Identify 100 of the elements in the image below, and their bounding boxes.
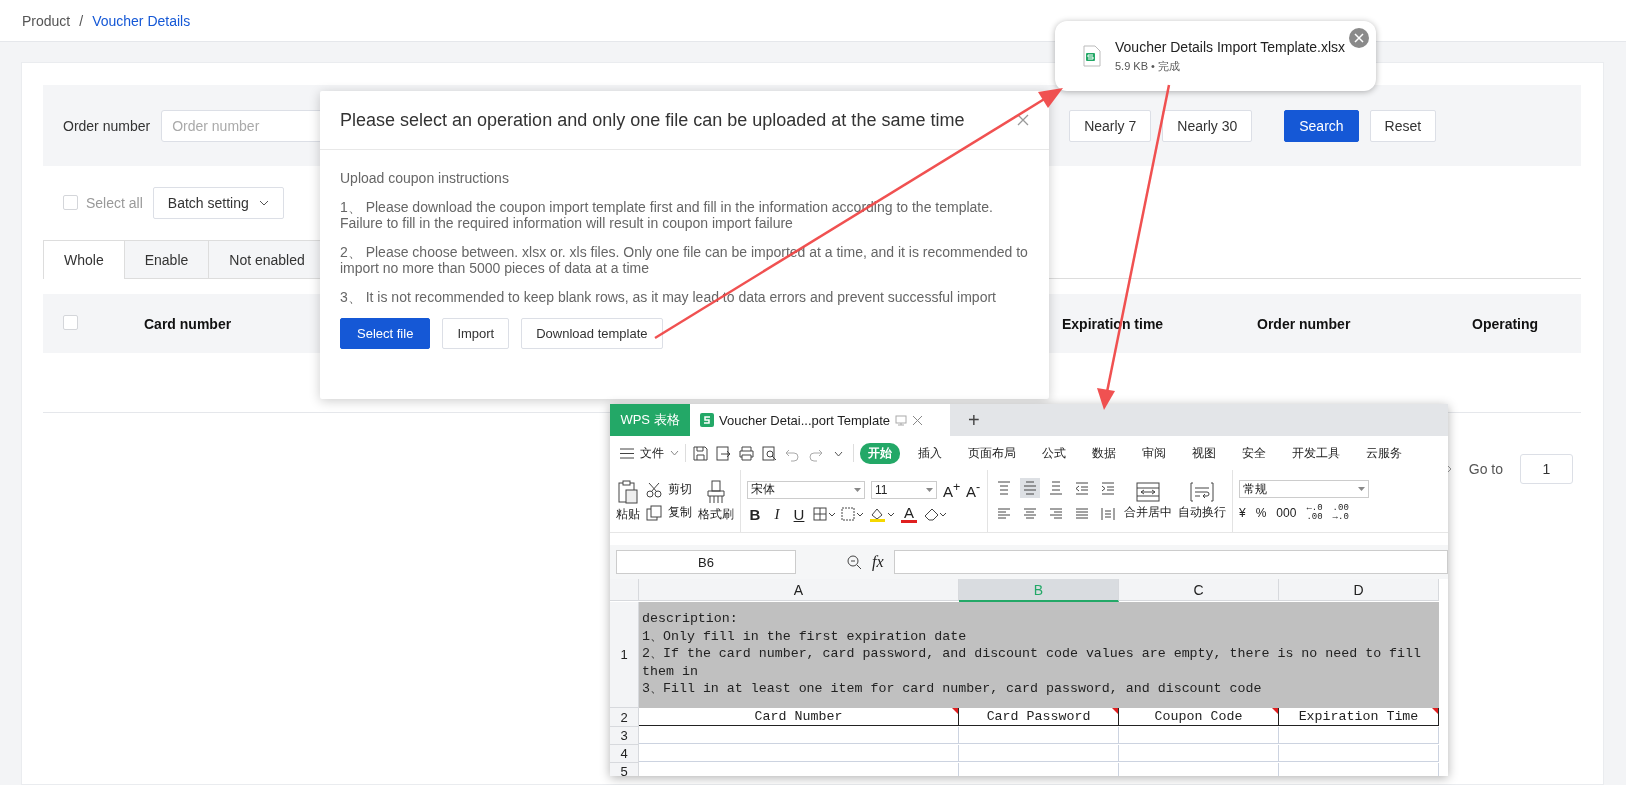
file-name: Voucher Details Import Template.xlsx (1115, 38, 1346, 55)
text-style-button[interactable]: B (747, 505, 763, 523)
new-tab-button[interactable]: + (968, 404, 980, 436)
search-button[interactable]: Search (1284, 109, 1359, 142)
print-icon[interactable] (738, 444, 755, 462)
row-header[interactable]: 4 (610, 745, 639, 763)
export-icon[interactable] (715, 444, 732, 462)
close-icon[interactable] (1017, 114, 1029, 126)
instruction-text: 3、 It is not recommended to keep blank rows, as it may lead to data errors and prevent successful import (340, 289, 997, 305)
ribbon-tab[interactable]: 公式 (1034, 442, 1074, 464)
row-header[interactable]: 3 (610, 727, 639, 745)
borders-icon[interactable] (813, 506, 835, 522)
close-icon[interactable] (1349, 28, 1369, 48)
breadcrumb-item[interactable]: Product (22, 12, 71, 29)
dialog-button[interactable]: Import (442, 318, 510, 349)
cell-style-icon[interactable] (841, 506, 863, 522)
checkbox[interactable] (63, 195, 78, 210)
dialog-button[interactable]: Download template (521, 318, 663, 349)
grow-font-button[interactable]: A$^{+}$ (943, 479, 959, 500)
tab[interactable]: Whole (43, 240, 125, 279)
preview-icon[interactable] (761, 444, 778, 462)
row-header[interactable]: 1 (610, 602, 639, 708)
wrap-text-icon (1190, 481, 1214, 502)
table-cell[interactable] (1279, 745, 1439, 762)
spreadsheet-file-icon (700, 413, 714, 427)
ribbon-tab[interactable]: 安全 (1234, 442, 1274, 464)
batch-setting-dropdown[interactable]: Batch setting (152, 186, 284, 219)
align-icon (1022, 506, 1038, 522)
copy-button[interactable]: 复制 (646, 504, 692, 521)
checkbox-label: Select all (86, 194, 143, 211)
shrink-font-button[interactable]: A$^{-}$ (965, 479, 981, 500)
close-icon[interactable] (912, 414, 924, 426)
formula-field[interactable] (893, 550, 1448, 574)
name-box[interactable]: B6 (616, 550, 796, 574)
table-cell[interactable] (959, 727, 1119, 744)
cell-text: Expiration Time (1298, 709, 1419, 724)
eraser-icon[interactable] (923, 506, 947, 522)
decimal-button[interactable]: .00 →.0 (1332, 504, 1349, 522)
quick-range-button[interactable]: Nearly 7 (1069, 109, 1152, 142)
ribbon-tab[interactable]: 云服务 (1358, 442, 1410, 464)
table-cell[interactable] (1119, 727, 1279, 744)
dropdown-icon (854, 487, 861, 492)
table-cell[interactable] (1279, 727, 1439, 744)
checkbox[interactable] (63, 314, 78, 330)
font-name-dropdown[interactable]: 宋体 (747, 480, 865, 499)
spreadsheet-file-icon (1083, 45, 1101, 67)
text-style-button[interactable]: I (769, 505, 785, 523)
column-header[interactable]: D (1279, 579, 1439, 601)
dialog-button[interactable]: Select file (340, 318, 431, 349)
row-header[interactable]: 5 (610, 763, 639, 776)
align-icon (1048, 506, 1064, 522)
merge-center-button[interactable]: 合并居中 (1124, 481, 1172, 521)
page-number-field[interactable]: 1 (1520, 454, 1573, 484)
paste-button[interactable]: 粘贴 (616, 479, 640, 523)
save-icon[interactable] (692, 444, 709, 462)
ribbon-tab[interactable]: 页面布局 (960, 442, 1024, 464)
ribbon-tab[interactable]: 数据 (1084, 442, 1124, 464)
column-header[interactable]: C (1119, 579, 1279, 601)
cell-text: Card Password (986, 709, 1091, 724)
column-header[interactable]: A (639, 579, 959, 601)
number-format-button[interactable]: ¥ (1239, 506, 1246, 520)
number-format-button[interactable]: % (1255, 506, 1267, 520)
document-tab[interactable]: Voucher Detai...port Template (690, 404, 950, 436)
zoom-icon[interactable] (846, 554, 862, 570)
number-format-dropdown[interactable]: 常规 (1239, 480, 1369, 498)
copy-icon (646, 504, 662, 521)
text-style-button[interactable]: U (791, 505, 807, 523)
reset-button[interactable]: Reset (1369, 109, 1437, 142)
align-icon (1048, 480, 1064, 496)
table-cell[interactable] (1119, 745, 1279, 762)
ribbon-tab[interactable]: 插入 (910, 442, 950, 464)
number-format-button[interactable]: 000 (1276, 506, 1297, 520)
format-painter-button[interactable]: 格式刷 (698, 479, 734, 523)
column-header: Card number (144, 315, 232, 332)
cut-button[interactable]: 剪切 (646, 481, 692, 498)
table-cell[interactable] (639, 745, 959, 762)
description-cell: description: 1、Only fill in the first expiration date 2、If the card number, card password, and discount code values are empty, there is no need to fill them in 3、Fill in at least one item for card number, card password, and discount code (639, 602, 1439, 708)
align-icon (996, 506, 1012, 522)
table-cell[interactable] (639, 727, 959, 744)
file-menu[interactable]: 文件 (620, 444, 679, 462)
ribbon-tab[interactable]: 视图 (1184, 442, 1224, 464)
quick-range-button[interactable]: Nearly 30 (1162, 109, 1253, 142)
fill-color-icon[interactable] (869, 506, 895, 522)
chevron-down-icon (258, 199, 269, 206)
tab[interactable]: Enable (123, 240, 210, 278)
align-button[interactable] (1020, 478, 1040, 498)
ribbon-tab[interactable]: 开发工具 (1284, 442, 1348, 464)
font-color-button[interactable]: A (901, 505, 917, 523)
table-cell[interactable] (959, 745, 1119, 762)
corner-cell[interactable] (610, 579, 639, 601)
font-size-dropdown[interactable]: 11 (871, 480, 937, 499)
clipboard-icon (617, 479, 639, 504)
goto-label: Go to (1468, 461, 1503, 477)
dialog-title: Please select an operation and only one file can be uploaded at the same time (340, 109, 965, 131)
wrap-text-button[interactable]: 自动换行 (1178, 481, 1226, 521)
decimal-button[interactable]: ←.0 .00 (1306, 504, 1323, 522)
row-header[interactable]: 2 (610, 708, 639, 727)
paintbrush-icon (705, 479, 727, 504)
ribbon-tab[interactable]: 审阅 (1134, 442, 1174, 464)
field-label: Order number (63, 117, 151, 134)
